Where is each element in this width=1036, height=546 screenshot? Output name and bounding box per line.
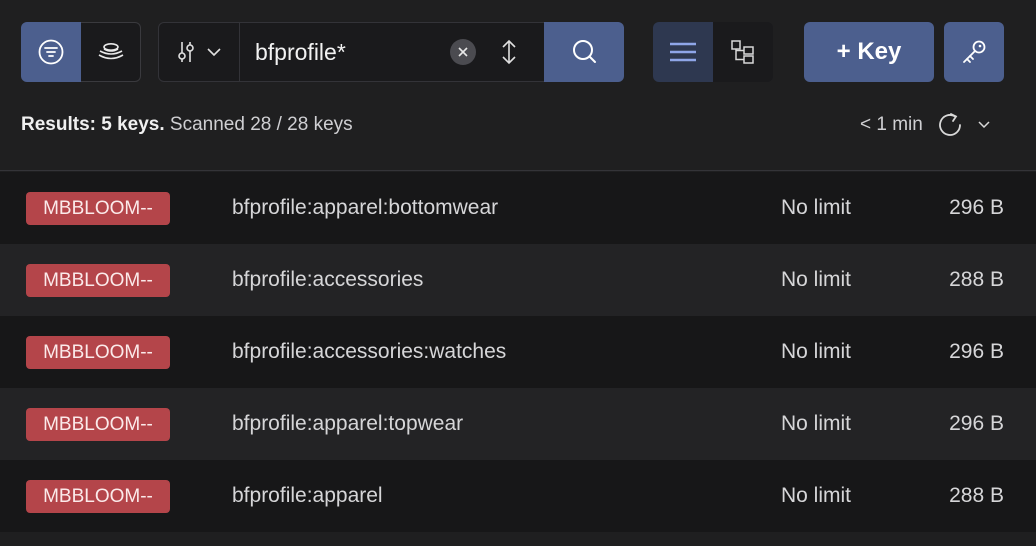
key-type-badge: MBBLOOM-- bbox=[26, 192, 170, 225]
search-button[interactable] bbox=[544, 22, 624, 82]
key-name: bfprofile:apparel:topwear bbox=[232, 412, 464, 435]
list-view-button[interactable] bbox=[653, 22, 713, 82]
key-size: 296 B bbox=[949, 196, 1004, 219]
key-size: 296 B bbox=[949, 340, 1004, 363]
key-type-filter-select[interactable] bbox=[159, 23, 240, 81]
last-refresh-time: < 1 min bbox=[860, 114, 923, 135]
key-ttl: No limit bbox=[781, 412, 852, 435]
key-ttl: No limit bbox=[781, 268, 852, 291]
filter-icon bbox=[37, 38, 65, 66]
database-stack-button[interactable] bbox=[81, 22, 141, 82]
key-size: 296 B bbox=[949, 412, 1004, 435]
key-type-badge: MBBLOOM-- bbox=[26, 264, 170, 297]
sort-button[interactable] bbox=[495, 36, 523, 68]
chevron-down-icon bbox=[206, 47, 222, 57]
key-icon bbox=[960, 38, 988, 66]
list-view-icon bbox=[669, 41, 697, 63]
table-row[interactable]: MBBLOOM-- bfprofile:accessories:watches … bbox=[0, 316, 1036, 388]
toolbar: + Key bbox=[0, 0, 1036, 100]
key-name: bfprofile:accessories:watches bbox=[232, 340, 507, 363]
key-name: bfprofile:apparel:bottomwear bbox=[232, 196, 499, 219]
search-bar bbox=[158, 22, 624, 82]
close-icon bbox=[457, 46, 469, 58]
table-row[interactable]: MBBLOOM-- bfprofile:accessories No limit… bbox=[0, 244, 1036, 316]
tree-view-button[interactable] bbox=[713, 22, 773, 82]
key-type-badge: MBBLOOM-- bbox=[26, 408, 170, 441]
results-summary: Results: 5 keys. Scanned 28 / 28 keys bbox=[21, 114, 353, 136]
divider bbox=[0, 170, 1036, 171]
clear-search-button[interactable] bbox=[450, 39, 476, 65]
key-type-badge: MBBLOOM-- bbox=[26, 480, 170, 513]
key-ttl: No limit bbox=[781, 484, 852, 507]
add-key-button[interactable]: + Key bbox=[804, 22, 934, 82]
tree-view-icon bbox=[730, 39, 756, 65]
auto-refresh-dropdown[interactable] bbox=[977, 120, 991, 130]
key-ttl: No limit bbox=[781, 196, 852, 219]
refresh-controls: < 1 min bbox=[860, 108, 991, 142]
chevron-down-icon bbox=[977, 120, 991, 130]
filter-toggle-button[interactable] bbox=[21, 22, 81, 82]
database-stack-icon bbox=[96, 39, 126, 65]
scanned-count: Scanned 28 / 28 keys bbox=[169, 114, 353, 135]
key-ttl: No limit bbox=[781, 340, 852, 363]
search-icon bbox=[570, 38, 598, 66]
sliders-icon bbox=[176, 40, 196, 64]
key-tools-button[interactable] bbox=[944, 22, 1004, 82]
results-count: Results: 5 keys. bbox=[21, 114, 165, 135]
table-row[interactable]: MBBLOOM-- bfprofile:apparel:topwear No l… bbox=[0, 388, 1036, 460]
refresh-icon[interactable] bbox=[937, 111, 965, 139]
sort-icon bbox=[501, 39, 517, 65]
key-name: bfprofile:apparel bbox=[232, 484, 383, 507]
table-row[interactable]: MBBLOOM-- bfprofile:apparel:bottomwear N… bbox=[0, 172, 1036, 244]
table-row[interactable]: MBBLOOM-- bfprofile:apparel No limit 288… bbox=[0, 460, 1036, 532]
search-input[interactable] bbox=[255, 23, 435, 81]
key-type-badge: MBBLOOM-- bbox=[26, 336, 170, 369]
key-name: bfprofile:accessories bbox=[232, 268, 424, 291]
key-size: 288 B bbox=[949, 268, 1004, 291]
key-size: 288 B bbox=[949, 484, 1004, 507]
